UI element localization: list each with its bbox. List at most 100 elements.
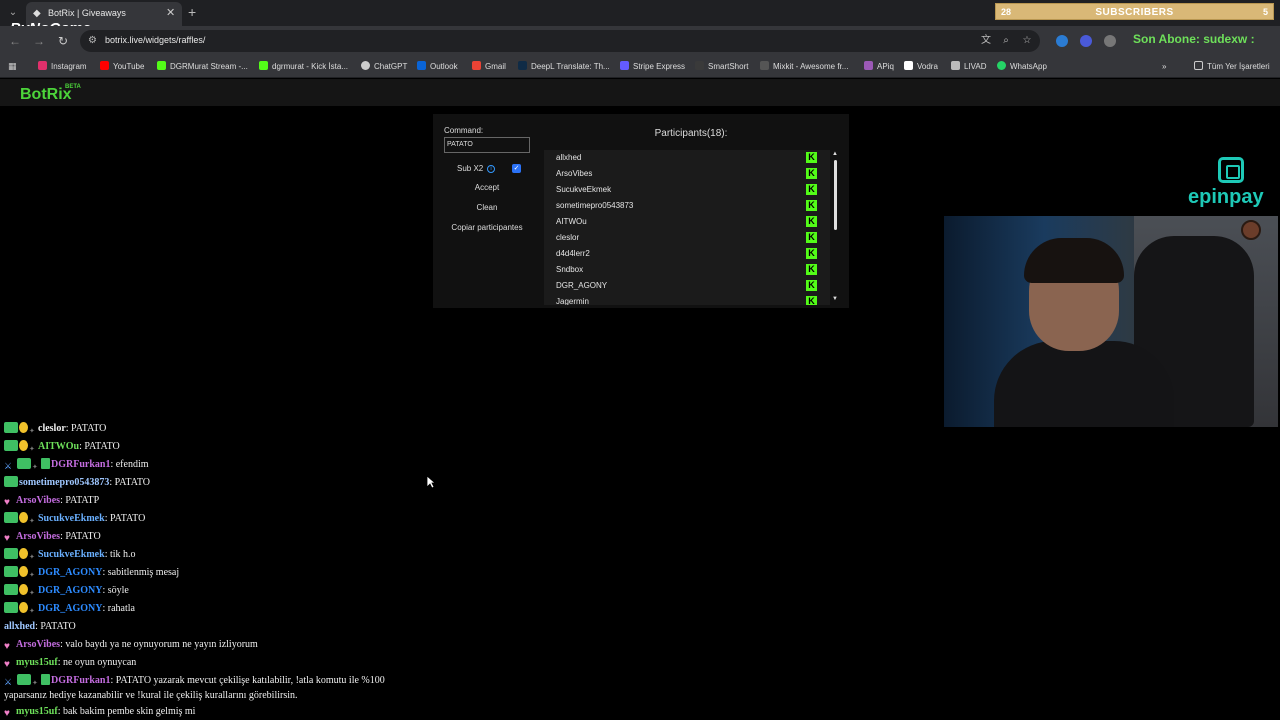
subx2-checkbox[interactable]: ✓ <box>512 164 521 173</box>
extension-icon[interactable] <box>1056 35 1068 47</box>
bookmark-item[interactable]: SmartShort <box>695 61 748 73</box>
chat-message: ♥ myus15uf: ne oyun oynuycan <box>4 656 424 670</box>
chat-username[interactable]: DGR_AGONY <box>38 585 102 596</box>
participant-name: cleslor <box>556 233 580 242</box>
new-tab-icon[interactable]: + <box>188 5 196 19</box>
botrix-logo[interactable]: BotRix <box>20 86 72 104</box>
chat-username[interactable]: DGR_AGONY <box>38 603 102 614</box>
kick-icon: K <box>806 280 817 291</box>
bookmark-item[interactable]: Mixkit - Awesome fr... <box>760 61 848 73</box>
list-item[interactable]: SucukveEkmek K <box>544 182 830 198</box>
bookmark-item[interactable]: Gmail <box>472 61 506 73</box>
bookmarks-overflow-icon[interactable]: » <box>1162 61 1166 73</box>
bookmark-item[interactable]: dgrmurat - Kick İsta... <box>259 61 348 73</box>
info-icon[interactable]: i <box>487 165 495 173</box>
chat-username[interactable]: SucukveEkmek <box>38 549 105 560</box>
address-bar[interactable]: ⚙ botrix.live/widgets/raffles/ 文 ⌕ ☆ <box>80 30 1040 52</box>
apps-grid-icon[interactable]: ▦ <box>8 61 19 72</box>
shield-icon[interactable] <box>1104 35 1116 47</box>
participant-name: allxhed <box>556 153 582 162</box>
chat-text: tik h.o <box>109 549 136 560</box>
chat-username[interactable]: AITWOu <box>38 441 79 452</box>
accept-button[interactable]: Accept <box>444 180 530 196</box>
stripe-icon <box>620 61 629 70</box>
mixkit-icon <box>760 61 769 70</box>
list-item[interactable]: AITWOu K <box>544 214 830 230</box>
zoom-icon[interactable]: ⌕ <box>1000 35 1012 47</box>
reload-icon[interactable]: ↻ <box>56 34 70 48</box>
forward-icon[interactable]: → <box>32 34 46 48</box>
outlook-icon <box>417 61 426 70</box>
list-item[interactable]: Jagermin K <box>544 294 830 305</box>
chat-username[interactable]: ArsoVibes <box>16 639 60 650</box>
translate-icon[interactable]: 文 <box>980 35 992 47</box>
chat-text: PATATO <box>109 513 146 524</box>
beta-badge: BETA <box>65 84 81 90</box>
bookmark-label: YouTube <box>113 62 145 71</box>
subscriber-badge-icon <box>17 674 31 685</box>
chat-username[interactable]: ArsoVibes <box>16 531 60 542</box>
tab-search-icon[interactable]: ⌄ <box>6 6 20 20</box>
participants-title: Participants(18): <box>654 128 728 139</box>
list-item[interactable]: DGR_AGONY K <box>544 278 830 294</box>
all-bookmarks-folder[interactable]: Tüm Yer İşaretleri <box>1194 61 1270 73</box>
bookmark-label: dgrmurat - Kick İsta... <box>272 62 349 71</box>
webcam-overlay <box>944 216 1278 427</box>
subscriber-badge-icon <box>4 566 18 577</box>
chat-message: ⚔ ✦ DGRFurkan1: efendim <box>4 458 424 473</box>
subscribers-label: SUBSCRIBERS <box>1095 7 1174 18</box>
bookmark-item[interactable]: APiq <box>864 61 894 73</box>
bookmark-label: DGRMurat Stream -... <box>170 62 248 71</box>
site-info-icon[interactable]: ⚙ <box>88 35 100 47</box>
chat-username[interactable]: DGRFurkan1 <box>51 459 110 470</box>
chat-username[interactable]: cleslor <box>38 423 66 434</box>
chat-message: ♥ ArsoVibes: valo baydı ya ne oynuyorum n… <box>4 638 424 652</box>
chat-username[interactable]: myus15uf <box>16 706 58 717</box>
subscriber-badge-icon <box>4 422 18 433</box>
chat-username[interactable]: allxhed <box>4 621 35 632</box>
kick-icon: K <box>806 216 817 227</box>
kick-icon: K <box>806 264 817 275</box>
bookmark-item[interactable]: WhatsApp <box>997 61 1047 73</box>
chat-username[interactable]: myus15uf <box>16 657 58 668</box>
bookmark-item[interactable]: LIVAD <box>951 61 987 73</box>
list-item[interactable]: sometimepro0543873 K <box>544 198 830 214</box>
bookmark-star-icon[interactable]: ☆ <box>1021 35 1033 47</box>
bookmark-item[interactable]: ChatGPT <box>361 61 407 73</box>
chat-username[interactable]: SucukveEkmek <box>38 513 105 524</box>
list-item[interactable]: ArsoVibes K <box>544 166 830 182</box>
chat-message: ✦ SucukveEkmek: PATATO <box>4 512 424 527</box>
url-text[interactable]: botrix.live/widgets/raffles/ <box>105 35 205 45</box>
back-icon[interactable]: ← <box>8 34 22 48</box>
scrollbar-thumb[interactable] <box>834 160 837 230</box>
command-input[interactable]: PATATO <box>444 137 530 153</box>
bookmark-label: Outlook <box>430 62 458 71</box>
heart-badge-icon: ♥ <box>4 497 10 508</box>
chat-username[interactable]: ArsoVibes <box>16 495 60 506</box>
chat-username[interactable]: DGRFurkan1 <box>51 675 110 686</box>
scroll-up-arrow-icon[interactable]: ▲ <box>832 151 838 157</box>
gmail-icon <box>472 61 481 70</box>
bookmark-item[interactable]: DGRMurat Stream -... <box>157 61 248 73</box>
chat-username[interactable]: sometimepro0543873 <box>19 477 109 488</box>
subscriber-badge-icon <box>4 512 18 523</box>
bookmark-item[interactable]: Instagram <box>38 61 87 73</box>
close-icon[interactable]: ✕ <box>166 7 175 19</box>
chat-username[interactable]: DGR_AGONY <box>38 567 102 578</box>
gift-badge-icon <box>19 566 28 577</box>
list-item[interactable]: d4d4lerr2 K <box>544 246 830 262</box>
scroll-down-arrow-icon[interactable]: ▼ <box>832 296 838 302</box>
bookmark-item[interactable]: Outlook <box>417 61 458 73</box>
bookmark-item[interactable]: DeepL Translate: Th... <box>518 61 610 73</box>
copy-participants-button[interactable]: Copiar participantes <box>444 220 530 236</box>
extension-icon[interactable] <box>1080 35 1092 47</box>
list-item[interactable]: cleslor K <box>544 230 830 246</box>
bookmark-item[interactable]: Vodra <box>904 61 938 73</box>
list-item[interactable]: Sndbox K <box>544 262 830 278</box>
list-item[interactable]: allxhed K <box>544 150 830 166</box>
subscriber-badge-icon <box>4 440 18 451</box>
bookmark-item[interactable]: YouTube <box>100 61 144 73</box>
bookmark-item[interactable]: Stripe Express <box>620 61 685 73</box>
participants-list[interactable]: allxhed K ArsoVibes K SucukveEkmek K someti… <box>544 150 830 305</box>
clean-button[interactable]: Clean <box>444 200 530 216</box>
